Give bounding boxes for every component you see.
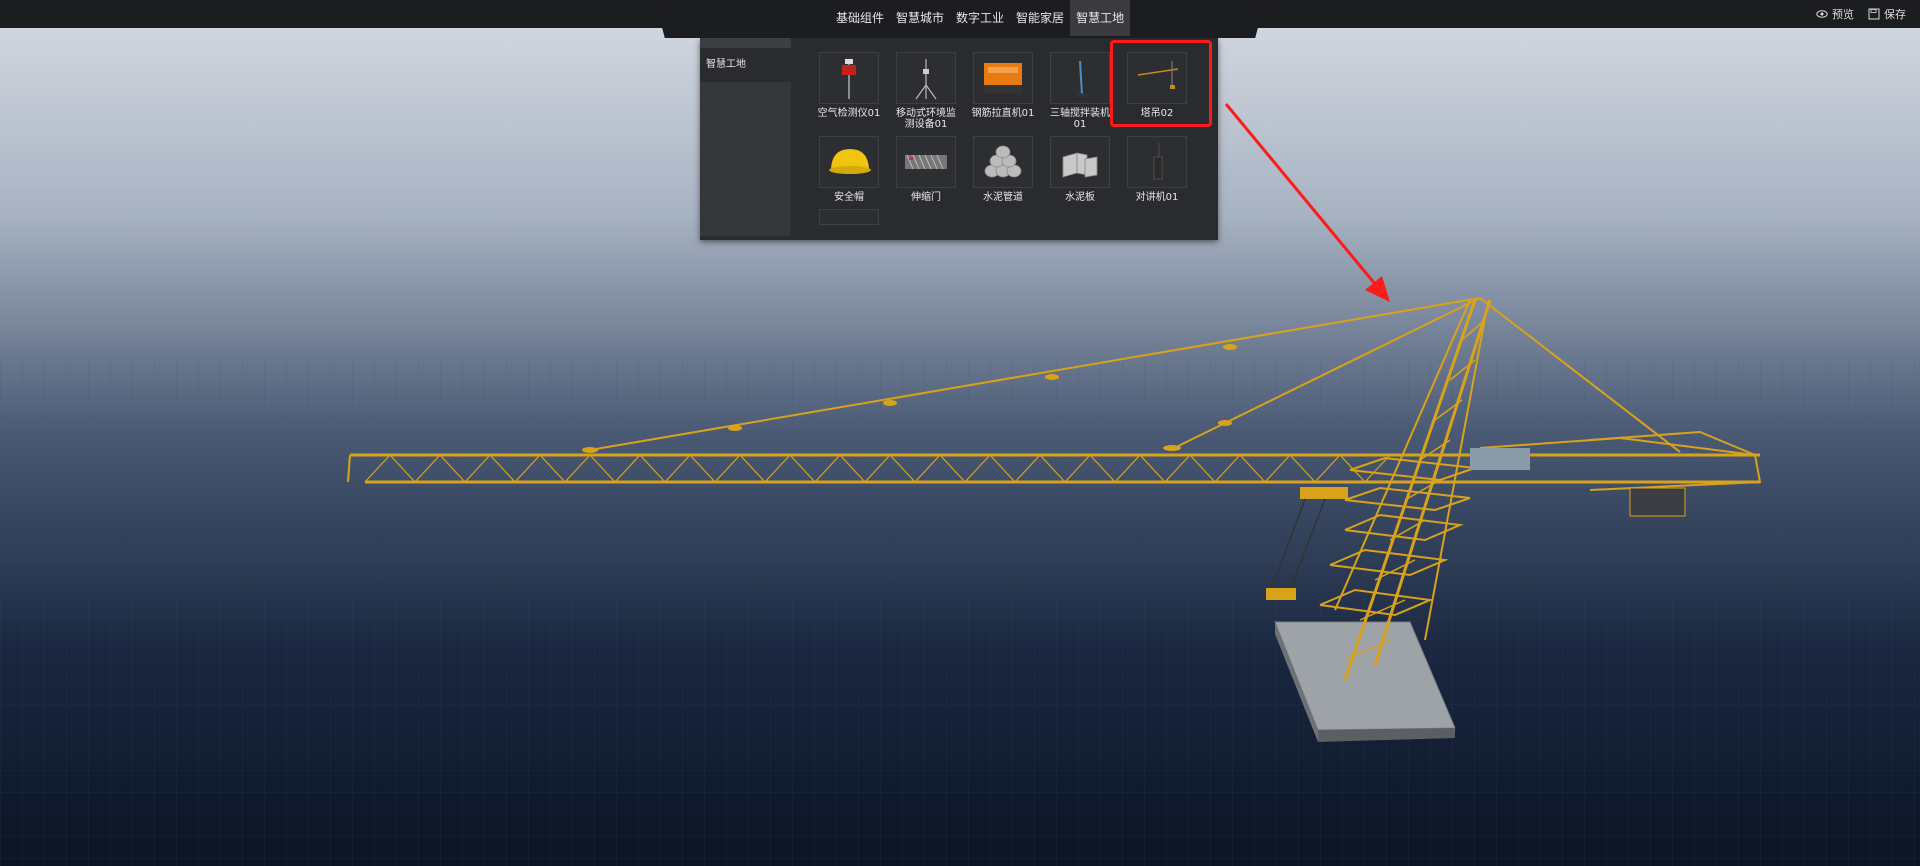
save-button[interactable]: 保存 xyxy=(1868,6,1906,22)
component-card[interactable]: 安全帽 xyxy=(818,136,880,203)
component-thumb xyxy=(896,136,956,188)
component-thumb xyxy=(896,52,956,104)
component-card[interactable]: 伸缩门 xyxy=(895,136,957,203)
component-label: 对讲机01 xyxy=(1135,192,1179,203)
tab-digital-industry[interactable]: 数字工业 xyxy=(950,0,1010,36)
tab-smart-home[interactable]: 智能家居 xyxy=(1010,0,1070,36)
retractable-gate-icon xyxy=(905,154,947,170)
component-card[interactable]: 空气检测仪01 xyxy=(818,52,880,130)
component-card[interactable]: 对讲机01 xyxy=(1126,136,1188,203)
component-thumb xyxy=(1050,136,1110,188)
air-monitor-icon xyxy=(842,59,856,99)
component-card[interactable]: 移动式环境监测设备01 xyxy=(895,52,957,130)
component-grid: 空气检测仪01 移动式环境监测设备01 钢筋拉直机01 三轴搅拌装机01 塔吊0… xyxy=(818,52,1188,225)
preview-label: 预览 xyxy=(1832,8,1854,21)
top-actions: 预览 保存 xyxy=(1816,0,1906,28)
category-tabs: 基础组件 智慧城市 数字工业 智能家居 智慧工地 xyxy=(830,0,1131,38)
component-thumb xyxy=(819,136,879,188)
safety-helmet-icon xyxy=(829,149,871,174)
panel-sidebar: 智慧工地 xyxy=(700,38,791,236)
tripod-monitor-icon xyxy=(915,59,937,100)
component-label: 水泥板 xyxy=(1065,192,1095,203)
cement-pipe-icon xyxy=(984,145,1022,178)
preview-button[interactable]: 预览 xyxy=(1816,6,1854,22)
sidebar-item-smart-construction[interactable]: 智慧工地 xyxy=(700,48,791,82)
component-label: 空气检测仪01 xyxy=(817,108,881,119)
tab-smart-construction[interactable]: 智慧工地 xyxy=(1070,0,1131,36)
component-label: 钢筋拉直机01 xyxy=(971,108,1035,119)
component-label: 塔吊02 xyxy=(1140,108,1174,119)
walkie-talkie-icon xyxy=(1153,143,1163,180)
component-label: 移动式环境监测设备01 xyxy=(896,108,956,130)
component-card[interactable]: 水泥管道 xyxy=(972,136,1034,203)
component-thumb xyxy=(819,209,879,225)
component-thumb xyxy=(973,136,1033,188)
component-card[interactable]: 水泥板 xyxy=(1049,136,1111,203)
component-card-tower-crane[interactable]: 塔吊02 xyxy=(1126,52,1188,130)
floor-grid xyxy=(0,360,1920,866)
tower-crane-icon xyxy=(1137,61,1179,89)
component-card[interactable]: 钢筋拉直机01 xyxy=(972,52,1034,130)
tab-smart-city[interactable]: 智慧城市 xyxy=(890,0,950,36)
three-axis-mixer-icon xyxy=(1077,60,1087,97)
component-label: 伸缩门 xyxy=(911,192,941,203)
component-thumb xyxy=(1050,52,1110,104)
rebar-straightener-icon xyxy=(984,63,1022,93)
sidebar-stub xyxy=(700,38,791,48)
component-card-partial[interactable] xyxy=(818,209,880,225)
component-label: 水泥管道 xyxy=(983,192,1023,203)
component-thumb xyxy=(1127,52,1187,104)
component-thumb xyxy=(819,52,879,104)
component-label: 安全帽 xyxy=(834,192,864,203)
component-thumb xyxy=(1127,136,1187,188)
save-label: 保存 xyxy=(1884,8,1906,21)
component-panel: 智慧工地 空气检测仪01 移动式环境监测设备01 钢筋拉直机01 三轴搅拌装机0… xyxy=(700,38,1218,240)
component-thumb xyxy=(973,52,1033,104)
cement-board-icon xyxy=(1062,152,1098,178)
tab-basic-components[interactable]: 基础组件 xyxy=(830,0,890,36)
eye-icon xyxy=(1816,10,1828,18)
component-label: 三轴搅拌装机01 xyxy=(1050,108,1110,130)
component-card[interactable]: 三轴搅拌装机01 xyxy=(1049,52,1111,130)
save-icon xyxy=(1868,8,1880,20)
